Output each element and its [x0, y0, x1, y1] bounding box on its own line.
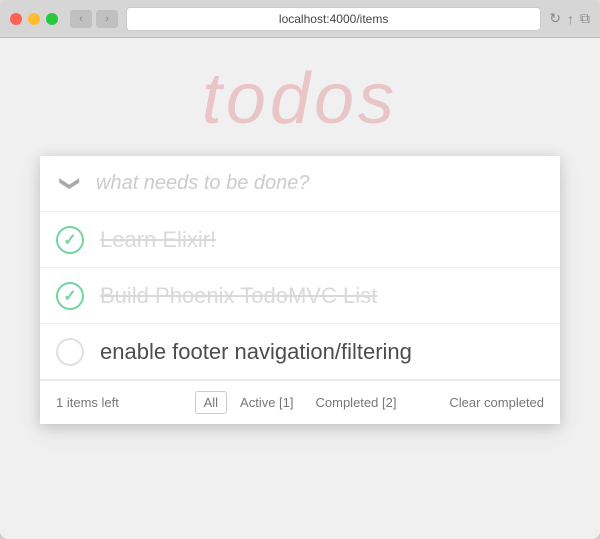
- items-left-count: 1 items left: [56, 395, 195, 410]
- browser-toolbar: ‹ › localhost:4000/items ↻ ↑ ⧉: [0, 0, 600, 38]
- back-button[interactable]: ‹: [70, 10, 92, 28]
- chevron-down-icon: ❯: [57, 175, 82, 192]
- toolbar-right: ↻ ↑ ⧉: [549, 10, 590, 27]
- todo-item: Build Phoenix TodoMVC List: [40, 268, 560, 324]
- filter-active-button[interactable]: Active [1]: [231, 391, 302, 414]
- maximize-button[interactable]: [46, 13, 58, 25]
- share-icon[interactable]: ↑: [567, 11, 574, 27]
- todo-text-1: Learn Elixir!: [100, 227, 216, 253]
- filter-all-button[interactable]: All: [195, 391, 227, 414]
- app-title: todos: [0, 38, 600, 156]
- page-content: todos ❯ what needs to be done? Learn Eli…: [0, 38, 600, 539]
- browser-window: ‹ › localhost:4000/items ↻ ↑ ⧉ todos ❯ w…: [0, 0, 600, 539]
- todo-checkbox-1[interactable]: [56, 226, 84, 254]
- todo-item: enable footer navigation/filtering: [40, 324, 560, 380]
- forward-button[interactable]: ›: [96, 10, 118, 28]
- filter-completed-button[interactable]: Completed [2]: [307, 391, 406, 414]
- todo-footer: 1 items left All Active [1] Completed [2…: [40, 380, 560, 424]
- todo-app: ❯ what needs to be done? Learn Elixir! B…: [40, 156, 560, 424]
- url-text: localhost:4000/items: [279, 12, 388, 26]
- url-bar[interactable]: localhost:4000/items: [126, 7, 541, 31]
- todo-input-placeholder[interactable]: what needs to be done?: [96, 172, 310, 195]
- duplicate-icon[interactable]: ⧉: [580, 10, 590, 27]
- clear-completed-button[interactable]: Clear completed: [405, 395, 544, 410]
- todo-item: Learn Elixir!: [40, 212, 560, 268]
- todo-checkbox-2[interactable]: [56, 282, 84, 310]
- filter-buttons: All Active [1] Completed [2]: [195, 391, 406, 414]
- todo-input-row: ❯ what needs to be done?: [40, 156, 560, 212]
- toggle-all-button[interactable]: ❯: [56, 170, 84, 198]
- todo-checkbox-3[interactable]: [56, 338, 84, 366]
- todo-text-3: enable footer navigation/filtering: [100, 339, 412, 365]
- todo-text-2: Build Phoenix TodoMVC List: [100, 283, 377, 309]
- nav-buttons: ‹ ›: [70, 10, 118, 28]
- minimize-button[interactable]: [28, 13, 40, 25]
- close-button[interactable]: [10, 13, 22, 25]
- refresh-icon[interactable]: ↻: [549, 10, 561, 27]
- traffic-lights: [10, 13, 58, 25]
